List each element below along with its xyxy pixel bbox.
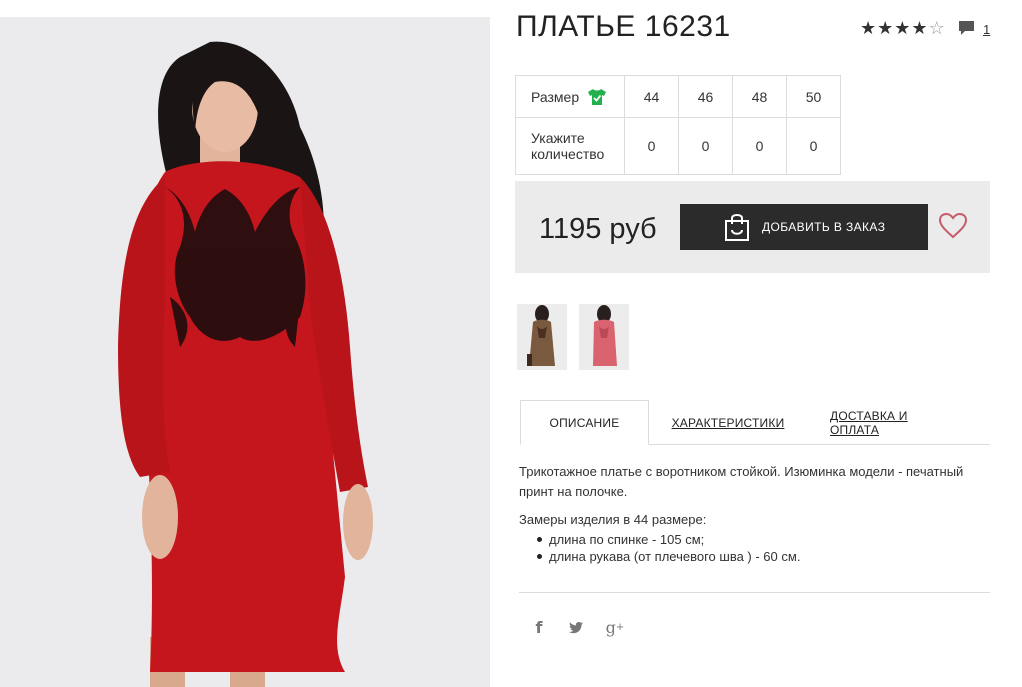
- color-thumbnail-brown[interactable]: [517, 304, 567, 370]
- star-icon[interactable]: ★: [877, 19, 893, 37]
- size-quantity-table: Размер 44 46 48 50 Укажите количество 0 …: [515, 75, 841, 175]
- measure-title: Замеры изделия в 44 размере:: [519, 512, 707, 527]
- star-icon[interactable]: ★: [894, 19, 910, 37]
- size-label: Размер: [531, 88, 580, 105]
- comments-link[interactable]: 1: [958, 20, 990, 37]
- size-50[interactable]: 50: [786, 75, 841, 118]
- divider: [519, 592, 990, 593]
- star-icon[interactable]: ★: [860, 19, 876, 37]
- quantity-input-44[interactable]: 0: [624, 117, 679, 175]
- list-item: длина рукава (от плечевого шва ) - 60 см…: [519, 548, 989, 565]
- measure-list: длина по спинке - 105 см; длина рукава (…: [519, 531, 989, 565]
- quantity-input-46[interactable]: 0: [678, 117, 733, 175]
- quantity-input-50[interactable]: 0: [786, 117, 841, 175]
- twitter-bird-shape: [569, 621, 584, 633]
- pink-dress-thumbnail-image: [579, 304, 629, 370]
- quantity-label: Укажите количество: [515, 117, 625, 175]
- add-to-order-button[interactable]: ДОБАВИТЬ В ЗАКАЗ: [680, 204, 928, 250]
- product-title: ПЛАТЬЕ 16231: [516, 10, 731, 43]
- quantity-input-48[interactable]: 0: [732, 117, 787, 175]
- add-to-order-label: ДОБАВИТЬ В ЗАКАЗ: [762, 220, 886, 234]
- list-item: длина по спинке - 105 см;: [519, 531, 989, 548]
- top-spacer: [0, 0, 490, 17]
- tab-description[interactable]: ОПИСАНИЕ: [520, 400, 649, 445]
- shirt-check-icon[interactable]: [587, 88, 607, 106]
- facebook-icon[interactable]: f: [532, 617, 546, 637]
- description-panel: Трикотажное платье с воротником стойкой.…: [519, 462, 989, 565]
- size-48[interactable]: 48: [732, 75, 787, 118]
- twitter-icon[interactable]: [567, 617, 585, 637]
- size-44[interactable]: 44: [624, 75, 679, 118]
- speech-bubble-icon: [959, 21, 974, 35]
- heart-icon[interactable]: [939, 213, 967, 239]
- tab-characteristics[interactable]: ХАРАКТЕРИСТИКИ: [670, 400, 786, 445]
- size-label-cell: Размер: [515, 75, 625, 118]
- brown-dress-thumbnail-image: [517, 304, 567, 370]
- description-text: Трикотажное платье с воротником стойкой.…: [519, 464, 964, 499]
- rating-stars[interactable]: ★ ★ ★ ★ ☆: [860, 19, 945, 37]
- tab-delivery-payment[interactable]: ДОСТАВКА И ОПЛАТА: [830, 400, 958, 445]
- color-thumbnail-pink[interactable]: [579, 304, 629, 370]
- star-empty-icon[interactable]: ☆: [929, 19, 945, 37]
- google-plus-icon[interactable]: g +: [604, 617, 626, 637]
- price: 1195 руб: [539, 213, 657, 245]
- product-info-tabs: ОПИСАНИЕ ХАРАКТЕРИСТИКИ ДОСТАВКА И ОПЛАТ…: [520, 400, 990, 445]
- size-46[interactable]: 46: [678, 75, 733, 118]
- shopping-bag-icon: [725, 214, 749, 241]
- model-in-red-dress-image: [0, 17, 490, 687]
- price-panel: 1195 руб ДОБАВИТЬ В ЗАКАЗ: [515, 181, 990, 273]
- star-icon[interactable]: ★: [911, 19, 927, 37]
- comments-count[interactable]: 1: [983, 22, 990, 37]
- product-main-photo[interactable]: [0, 17, 490, 687]
